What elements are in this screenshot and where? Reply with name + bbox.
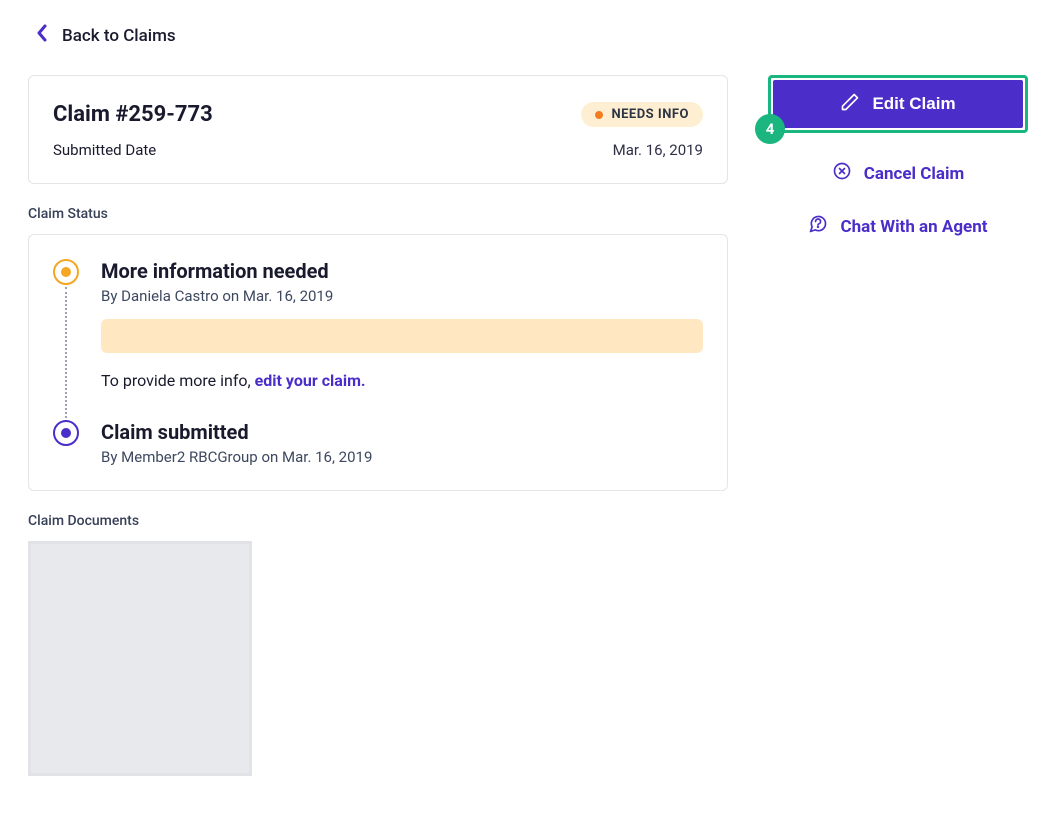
edit-your-claim-link[interactable]: edit your claim.: [255, 371, 366, 390]
provide-prefix: To provide more info,: [101, 371, 255, 390]
badge-dot-icon: [595, 111, 603, 119]
provide-info-text: To provide more info, edit your claim.: [101, 371, 703, 390]
cancel-claim-label: Cancel Claim: [864, 164, 964, 184]
claim-status-card: More information needed By Daniela Castr…: [28, 234, 728, 491]
edit-claim-button[interactable]: Edit Claim: [773, 80, 1023, 128]
timeline-item-more-info: More information needed By Daniela Castr…: [53, 259, 703, 420]
chat-agent-label: Chat With an Agent: [840, 217, 987, 237]
back-to-claims-link[interactable]: Back to Claims: [36, 24, 176, 47]
submitted-date-value: Mar. 16, 2019: [613, 141, 703, 159]
chat-with-agent-button[interactable]: Chat With an Agent: [808, 214, 987, 239]
timeline-dot-icon: [53, 259, 79, 285]
info-notice-bar: [101, 319, 703, 353]
cancel-claim-button[interactable]: Cancel Claim: [832, 161, 964, 186]
step-number-badge: 4: [755, 114, 785, 144]
close-circle-icon: [832, 161, 852, 186]
submitted-date-label: Submitted Date: [53, 141, 156, 159]
side-actions: Edit Claim 4 Cancel Claim: [768, 75, 1028, 239]
claim-status-section-label: Claim Status: [28, 206, 728, 222]
chevron-left-icon: [36, 24, 48, 47]
pencil-icon: [840, 92, 860, 117]
badge-text: NEEDS INFO: [611, 107, 689, 122]
chat-icon: [808, 214, 828, 239]
timeline-byline: By Daniela Castro on Mar. 16, 2019: [101, 287, 703, 305]
main-content: Claim #259-773 NEEDS INFO Submitted Date…: [28, 75, 728, 776]
timeline-item-submitted: Claim submitted By Member2 RBCGroup on M…: [53, 420, 703, 466]
back-label: Back to Claims: [62, 26, 176, 46]
timeline-byline: By Member2 RBCGroup on Mar. 16, 2019: [101, 448, 703, 466]
timeline-title: More information needed: [101, 259, 703, 283]
timeline-connector: [65, 287, 67, 422]
timeline-title: Claim submitted: [101, 420, 703, 444]
edit-claim-label: Edit Claim: [872, 94, 955, 114]
claim-documents-section-label: Claim Documents: [28, 513, 728, 529]
timeline-dot-icon: [53, 420, 79, 446]
status-badge: NEEDS INFO: [581, 102, 703, 127]
claim-header-card: Claim #259-773 NEEDS INFO Submitted Date…: [28, 75, 728, 184]
edit-claim-highlight: Edit Claim 4: [768, 75, 1028, 133]
document-thumbnail[interactable]: [28, 541, 252, 776]
claim-title: Claim #259-773: [53, 102, 213, 127]
